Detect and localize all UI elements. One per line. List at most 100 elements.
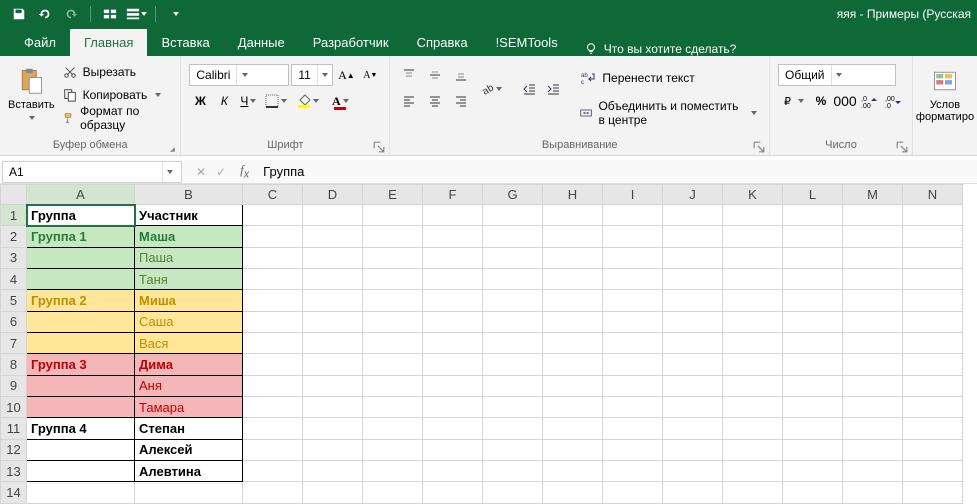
col-header-M[interactable]: M [843,185,903,205]
row-header-1[interactable]: 1 [1,205,27,226]
cell-C8[interactable] [243,354,303,375]
cell-J8[interactable] [663,354,723,375]
cell-M14[interactable] [843,482,903,504]
cell-G2[interactable] [483,226,543,247]
cell-I1[interactable] [603,205,663,226]
cell-E3[interactable] [363,247,423,268]
cell-F1[interactable] [423,205,483,226]
cell-B5[interactable]: Миша [135,290,243,311]
col-header-I[interactable]: I [603,185,663,205]
cell-G1[interactable] [483,205,543,226]
row-header-5[interactable]: 5 [1,290,27,311]
cell-I13[interactable] [603,461,663,482]
cell-A8[interactable]: Группа 3 [27,354,135,375]
cell-I6[interactable] [603,311,663,332]
cell-A10[interactable] [27,397,135,418]
copy-button[interactable]: Копировать [59,84,173,106]
cell-E14[interactable] [363,482,423,504]
cell-G10[interactable] [483,397,543,418]
cell-G6[interactable] [483,311,543,332]
row-header-4[interactable]: 4 [1,269,27,290]
accounting-format-button[interactable]: ₽ [778,90,808,112]
cell-L6[interactable] [783,311,843,332]
cell-K4[interactable] [723,269,783,290]
cell-A2[interactable]: Группа 1 [27,226,135,247]
tab-home[interactable]: Главная [70,29,147,56]
cell-B3[interactable]: Паша [135,247,243,268]
cell-F4[interactable] [423,269,483,290]
cell-G3[interactable] [483,247,543,268]
cell-E11[interactable] [363,418,423,439]
enter-formula-icon[interactable]: ✓ [216,165,226,179]
cell-L8[interactable] [783,354,843,375]
italic-button[interactable]: К [213,90,235,112]
row-header-14[interactable]: 14 [1,482,27,504]
cell-B9[interactable]: Аня [135,375,243,396]
cell-I8[interactable] [603,354,663,375]
cell-C12[interactable] [243,439,303,460]
cell-B6[interactable]: Саша [135,311,243,332]
cell-N12[interactable] [903,439,963,460]
align-right-icon[interactable] [450,90,472,112]
cell-G5[interactable] [483,290,543,311]
cell-M1[interactable] [843,205,903,226]
row-header-10[interactable]: 10 [1,397,27,418]
col-header-N[interactable]: N [903,185,963,205]
cell-E7[interactable] [363,333,423,354]
cell-E13[interactable] [363,461,423,482]
bold-button[interactable]: Ж [189,90,211,112]
align-bottom-icon[interactable] [450,64,472,86]
cell-I5[interactable] [603,290,663,311]
cell-I9[interactable] [603,375,663,396]
cell-H7[interactable] [543,333,603,354]
cell-G11[interactable] [483,418,543,439]
cell-C9[interactable] [243,375,303,396]
cell-A14[interactable] [27,482,135,504]
underline-button[interactable]: Ч [237,90,259,112]
cell-I3[interactable] [603,247,663,268]
formula-input[interactable] [257,164,977,179]
row-header-2[interactable]: 2 [1,226,27,247]
align-launcher-icon[interactable] [753,141,765,153]
cell-E10[interactable] [363,397,423,418]
cell-A1[interactable]: Группа [27,205,135,226]
percent-button[interactable]: % [810,90,832,112]
cell-L2[interactable] [783,226,843,247]
cell-A9[interactable] [27,375,135,396]
cell-L10[interactable] [783,397,843,418]
cell-D12[interactable] [303,439,363,460]
cell-D4[interactable] [303,269,363,290]
cell-F3[interactable] [423,247,483,268]
cell-F14[interactable] [423,482,483,504]
cell-G7[interactable] [483,333,543,354]
cell-N13[interactable] [903,461,963,482]
cell-D5[interactable] [303,290,363,311]
cell-J6[interactable] [663,311,723,332]
cell-F10[interactable] [423,397,483,418]
cell-G12[interactable] [483,439,543,460]
col-header-H[interactable]: H [543,185,603,205]
cell-D1[interactable] [303,205,363,226]
row-header-6[interactable]: 6 [1,311,27,332]
cell-H8[interactable] [543,354,603,375]
align-top-icon[interactable] [398,64,420,86]
cell-E12[interactable] [363,439,423,460]
cell-A11[interactable]: Группа 4 [27,418,135,439]
tab-data[interactable]: Данные [224,29,299,56]
number-format-combo[interactable]: Общий [778,64,896,86]
cell-C14[interactable] [243,482,303,504]
orientation-button[interactable]: ab [476,78,506,100]
align-left-icon[interactable] [398,90,420,112]
cell-A6[interactable] [27,311,135,332]
cell-B10[interactable]: Тамара [135,397,243,418]
cell-G8[interactable] [483,354,543,375]
qat-addin2-icon[interactable] [125,3,147,25]
cell-E8[interactable] [363,354,423,375]
cell-L7[interactable] [783,333,843,354]
cell-J4[interactable] [663,269,723,290]
col-header-F[interactable]: F [423,185,483,205]
cell-M8[interactable] [843,354,903,375]
save-icon[interactable] [8,3,30,25]
col-header-G[interactable]: G [483,185,543,205]
conditional-formatting-button[interactable]: Условформатиро [921,60,969,130]
